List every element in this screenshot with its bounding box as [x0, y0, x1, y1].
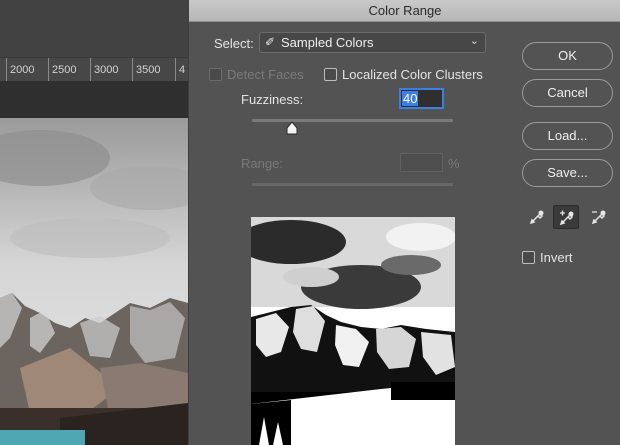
selection-preview[interactable] [251, 217, 455, 445]
localized-color-clusters-checkbox[interactable] [324, 68, 337, 81]
fuzziness-slider-track[interactable] [252, 119, 453, 122]
document-canvas-photo [0, 118, 188, 445]
ruler-tick [90, 58, 91, 82]
select-value: Sampled Colors [281, 35, 374, 50]
ruler-tick [175, 58, 176, 82]
save-button[interactable]: Save... [522, 159, 613, 187]
ruler-label: 4 [179, 64, 186, 76]
load-button[interactable]: Load... [522, 122, 613, 150]
eyedropper-icon[interactable] [524, 205, 550, 229]
fuzziness-label: Fuzziness: [241, 92, 304, 107]
ruler-tick [132, 58, 133, 82]
detect-faces-label: Detect Faces [227, 67, 304, 82]
ruler-label: 3500 [136, 64, 161, 76]
localized-color-clusters-label: Localized Color Clusters [342, 67, 483, 82]
select-label: Select: [214, 36, 254, 51]
ruler-label: 3000 [94, 64, 119, 76]
color-range-dialog: Color Range Select: ✐ Sampled Colors ⌄ D… [188, 0, 620, 445]
chevron-down-icon: ⌄ [469, 35, 479, 47]
invert-checkbox[interactable] [522, 251, 535, 264]
fuzziness-input[interactable]: 40 [399, 88, 444, 109]
document-tab-area [0, 81, 188, 118]
range-input[interactable] [400, 153, 443, 172]
eyedropper-icon: ✐ [265, 35, 276, 49]
cancel-button[interactable]: Cancel [522, 79, 613, 107]
invert-label: Invert [540, 250, 573, 265]
select-dropdown[interactable]: ✐ Sampled Colors ⌄ [259, 32, 486, 53]
ok-button[interactable]: OK [522, 42, 613, 70]
dialog-titlebar[interactable]: Color Range [189, 0, 620, 22]
range-label: Range: [241, 156, 283, 171]
ruler-label: 2500 [52, 64, 77, 76]
fuzziness-value: 40 [402, 91, 419, 106]
ruler-label: 2000 [10, 64, 35, 76]
eyedropper-minus-icon[interactable] [586, 205, 612, 229]
detect-faces-checkbox[interactable] [209, 68, 222, 81]
dialog-title: Color Range [368, 3, 442, 18]
horizontal-ruler: 2000 2500 3000 3500 4 [0, 57, 188, 82]
photoshop-options-bar [0, 0, 188, 57]
ruler-tick [6, 58, 7, 82]
fuzziness-slider-thumb[interactable] [286, 121, 298, 135]
ruler-tick [48, 58, 49, 82]
range-slider-track[interactable] [252, 183, 453, 186]
range-percent-label: % [448, 156, 460, 171]
eyedropper-plus-icon[interactable] [553, 205, 579, 229]
